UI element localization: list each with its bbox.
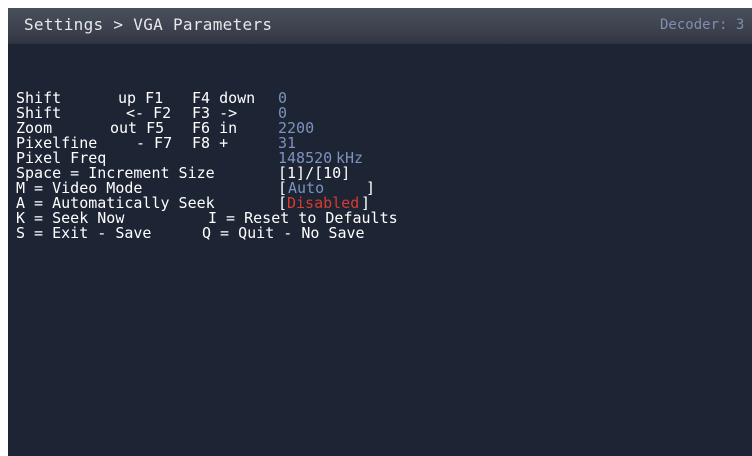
dec-key-label[interactable]: - F7	[136, 135, 172, 151]
title-bar: Settings > VGA Parameters Decoder: 3	[8, 8, 752, 44]
breadcrumb: Settings > VGA Parameters	[24, 15, 273, 34]
vga-settings-screen: Settings > VGA Parameters Decoder: 3 Shi…	[8, 8, 752, 456]
inc-key-label[interactable]: F8 +	[192, 135, 228, 151]
decoder-label: Decoder: 3	[660, 17, 745, 33]
exit-save-key[interactable]: S = Exit - Save	[16, 225, 151, 241]
quit-no-save-key[interactable]: Q = Quit - No Save	[202, 225, 365, 241]
